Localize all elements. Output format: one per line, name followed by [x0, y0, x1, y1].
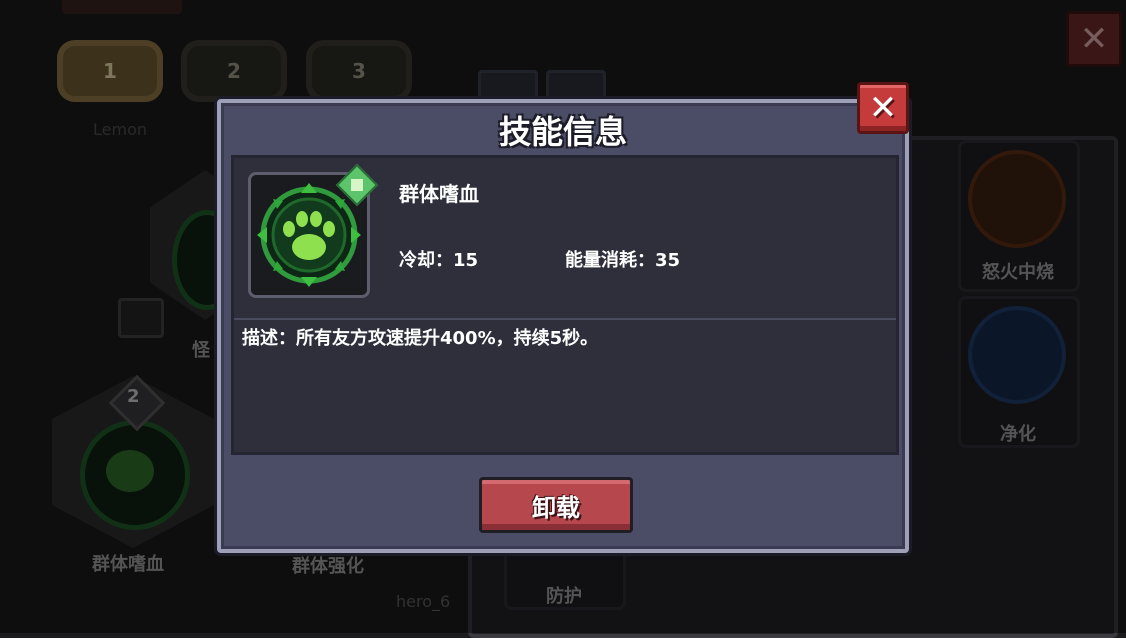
close-icon: ✕: [868, 88, 898, 128]
dialog-title: 技能信息: [498, 113, 627, 151]
close-button[interactable]: ✕: [857, 82, 909, 134]
skill-info-dialog: 技能信息 ✕ 群体嗜血 冷却：15 能量消耗：35 描述：所有友方攻速提升400…: [217, 82, 909, 553]
skill-cooldown: 冷却：15: [399, 250, 479, 271]
unequip-button[interactable]: 卸载: [479, 477, 633, 533]
skill-header: 群体嗜血 冷却：15 能量消耗：35: [234, 158, 896, 320]
unequip-button-label: 卸载: [532, 493, 580, 522]
skill-description: 描述：所有友方攻速提升400%，持续5秒。: [242, 328, 599, 349]
skill-energy-cost: 能量消耗：35: [565, 250, 681, 271]
skill-name: 群体嗜血: [399, 182, 479, 206]
skill-info-panel: 群体嗜血 冷却：15 能量消耗：35 描述：所有友方攻速提升400%，持续5秒。: [231, 155, 899, 455]
